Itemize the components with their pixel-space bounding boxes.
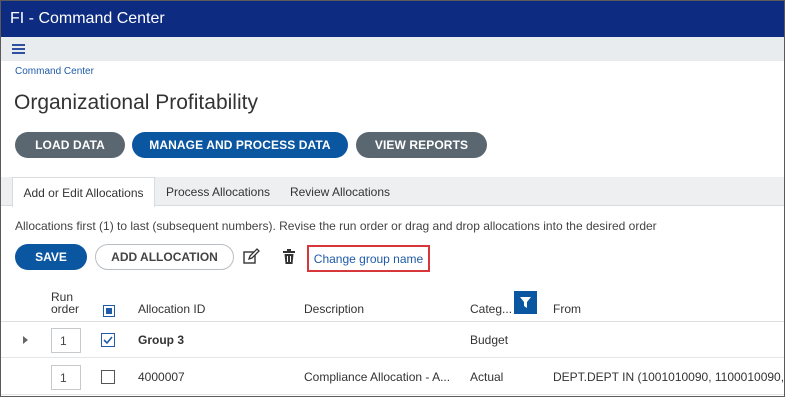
- cell-allocation-id: Group 3: [138, 333, 185, 347]
- cell-category: Budget: [470, 333, 509, 347]
- row-checkbox[interactable]: [101, 370, 115, 384]
- title-bar: FI - Command Center: [1, 1, 784, 37]
- change-group-name-highlight: Change group name: [307, 245, 430, 272]
- hamburger-menu-icon[interactable]: [12, 44, 25, 54]
- window-title: FI - Command Center: [10, 10, 165, 27]
- cell-from: DEPT.DEPT IN (1001010090, 1100010090, ..…: [553, 370, 785, 384]
- trash-icon[interactable]: [280, 248, 298, 266]
- row-checkbox[interactable]: [101, 333, 115, 347]
- tab-add-or-edit-allocations[interactable]: Add or Edit Allocations: [12, 177, 155, 207]
- cell-allocation-id: 4000007: [138, 370, 185, 384]
- run-order-header-line2: order: [51, 302, 80, 316]
- column-header-description[interactable]: Description: [304, 302, 364, 316]
- table-row[interactable]: 1 4000007 Compliance Allocation - A... A…: [1, 359, 784, 395]
- tab-review-allocations[interactable]: Review Allocations: [283, 177, 397, 206]
- menu-bar: [1, 37, 784, 61]
- view-reports-button[interactable]: VIEW REPORTS: [356, 132, 487, 158]
- breadcrumb-command-center[interactable]: Command Center: [15, 66, 94, 77]
- edit-icon[interactable]: [242, 248, 260, 266]
- run-order-input[interactable]: 1: [51, 365, 81, 390]
- filter-icon[interactable]: [514, 291, 537, 314]
- cell-description: Compliance Allocation - A...: [304, 370, 451, 384]
- change-group-name-link[interactable]: Change group name: [314, 252, 423, 266]
- select-all-checkbox[interactable]: [103, 305, 115, 317]
- manage-and-process-data-button[interactable]: MANAGE AND PROCESS DATA: [132, 132, 348, 158]
- load-data-button[interactable]: LOAD DATA: [15, 132, 125, 158]
- add-allocation-button[interactable]: ADD ALLOCATION: [95, 244, 234, 270]
- column-header-allocation-id[interactable]: Allocation ID: [138, 302, 205, 316]
- tab-process-allocations[interactable]: Process Allocations: [159, 177, 277, 206]
- cell-category: Actual: [470, 370, 504, 384]
- page-title: Organizational Profitability: [14, 91, 258, 114]
- grid-header: Run order Allocation ID Description Cate…: [1, 288, 784, 322]
- app-window: FI - Command Center Command Center Organ…: [0, 0, 785, 397]
- table-row[interactable]: 1 Group 3 Budget: [1, 322, 784, 358]
- column-header-category[interactable]: Categ...: [470, 302, 512, 316]
- column-header-from[interactable]: From: [553, 302, 581, 316]
- expand-row-icon[interactable]: [23, 336, 28, 344]
- tab-strip: Add or Edit Allocations Process Allocati…: [1, 177, 784, 207]
- column-header-run-order[interactable]: Run order: [51, 291, 91, 315]
- instructions-text: Allocations first (1) to last (subsequen…: [15, 219, 657, 233]
- save-button[interactable]: SAVE: [15, 244, 87, 270]
- run-order-input[interactable]: 1: [51, 328, 81, 353]
